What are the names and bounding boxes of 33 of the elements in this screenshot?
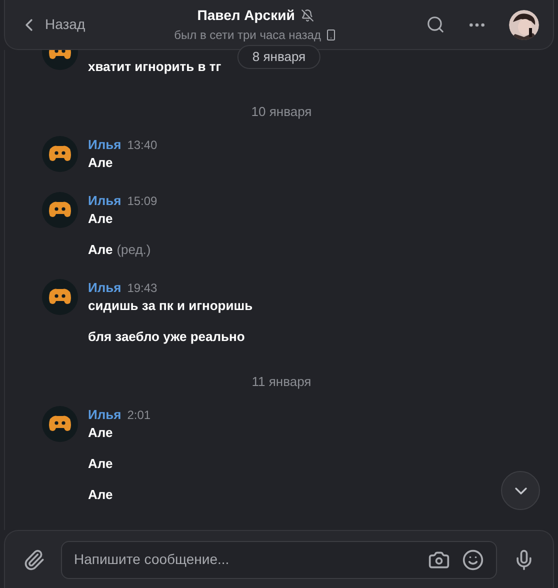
date-divider: 11 января	[252, 373, 312, 391]
message-field[interactable]: Напишите сообщение...	[61, 540, 497, 578]
message-time: 13:40	[127, 137, 158, 154]
avatar-icon	[42, 406, 78, 442]
back-button[interactable]: Назад	[19, 14, 86, 35]
author-name[interactable]: Илья	[88, 405, 122, 425]
message-text: сидишь за пк и игноришь	[88, 297, 253, 316]
message-text: Але	[88, 154, 113, 172]
smile-icon[interactable]	[462, 548, 484, 570]
search-icon[interactable]	[426, 15, 445, 34]
avatar-icon	[42, 136, 78, 172]
message-time: 19:43	[127, 280, 158, 297]
avatar-icon	[42, 192, 78, 228]
message-text: Але	[88, 241, 113, 260]
message-text: Але	[88, 424, 113, 442]
edited-label: (ред.)	[116, 241, 151, 260]
message-text: хватит игнорить в тг	[88, 58, 222, 76]
message-time: 2:01	[127, 407, 151, 424]
message-text: Але	[88, 455, 113, 474]
message-text: Але	[88, 486, 113, 504]
online-status: был в сети три часа назад	[174, 27, 321, 44]
message-input[interactable]: Напишите сообщение...	[74, 549, 416, 570]
message-text: Але	[88, 210, 113, 228]
author-name[interactable]: Илья	[88, 191, 122, 211]
author-name[interactable]: Илья	[88, 135, 122, 155]
date-divider: 10 января	[251, 103, 312, 121]
date-pill: 8 января	[237, 45, 321, 69]
author-name[interactable]: Илья	[88, 278, 122, 298]
message-time: 15:09	[127, 193, 158, 210]
avatar-icon	[42, 279, 78, 315]
message-text: бля заебло уже реально	[88, 328, 245, 346]
chat-title: Павел Арский	[197, 6, 295, 25]
paperclip-icon[interactable]	[23, 548, 45, 570]
